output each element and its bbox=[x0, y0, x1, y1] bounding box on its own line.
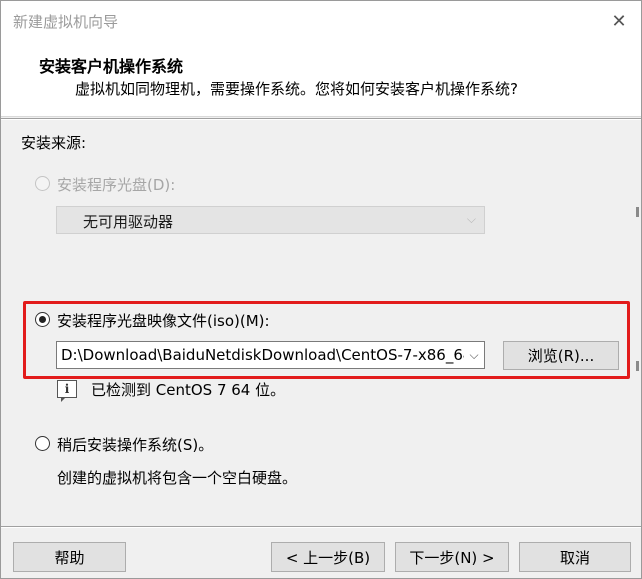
footer-divider bbox=[1, 526, 641, 528]
scroll-tick bbox=[636, 207, 639, 217]
browse-button[interactable]: 浏览(R)... bbox=[503, 341, 619, 370]
title-bar: 新建虚拟机向导 ✕ bbox=[1, 1, 641, 41]
wizard-header: 安装客户机操作系统 虚拟机如同物理机，需要操作系统。您将如何安装客户机操作系统? bbox=[1, 41, 641, 117]
back-button[interactable]: < 上一步(B) bbox=[271, 542, 385, 572]
header-divider bbox=[1, 118, 641, 120]
iso-path-value: D:\Download\BaiduNetdiskDownload\CentOS-… bbox=[61, 346, 484, 364]
close-icon[interactable]: ✕ bbox=[605, 7, 633, 35]
iso-radio[interactable] bbox=[35, 312, 50, 327]
detected-os-text: 已检测到 CentOS 7 64 位。 bbox=[91, 381, 286, 399]
chevron-down-icon[interactable]: ⌵ bbox=[464, 342, 484, 368]
new-vm-wizard-window: 新建虚拟机向导 ✕ 安装客户机操作系统 虚拟机如同物理机，需要操作系统。您将如何… bbox=[0, 0, 642, 579]
next-button[interactable]: 下一步(N) > bbox=[395, 542, 509, 572]
disc-radio bbox=[35, 176, 50, 191]
scroll-tick bbox=[636, 361, 639, 371]
cancel-button[interactable]: 取消 bbox=[519, 542, 631, 572]
window-title: 新建虚拟机向导 bbox=[13, 13, 119, 31]
iso-radio-label[interactable]: 安装程序光盘映像文件(iso)(M): bbox=[57, 310, 270, 331]
page-title: 安装客户机操作系统 bbox=[39, 57, 184, 76]
disc-drive-value: 无可用驱动器 bbox=[83, 213, 174, 231]
install-later-description: 创建的虚拟机将包含一个空白硬盘。 bbox=[57, 469, 298, 487]
help-button[interactable]: 帮助 bbox=[13, 542, 126, 572]
page-subtitle: 虚拟机如同物理机，需要操作系统。您将如何安装客户机操作系统? bbox=[75, 80, 518, 98]
info-icon: i bbox=[57, 380, 77, 402]
install-later-radio[interactable] bbox=[35, 436, 50, 451]
install-source-label: 安装来源: bbox=[21, 134, 87, 152]
disc-radio-label: 安装程序光盘(D): bbox=[57, 176, 176, 194]
chevron-down-icon: ⌵ bbox=[466, 212, 476, 226]
iso-path-combobox[interactable]: D:\Download\BaiduNetdiskDownload\CentOS-… bbox=[56, 341, 485, 369]
disc-drive-dropdown: 无可用驱动器 ⌵ bbox=[56, 206, 485, 234]
install-later-label[interactable]: 稍后安装操作系统(S)。 bbox=[57, 434, 213, 455]
